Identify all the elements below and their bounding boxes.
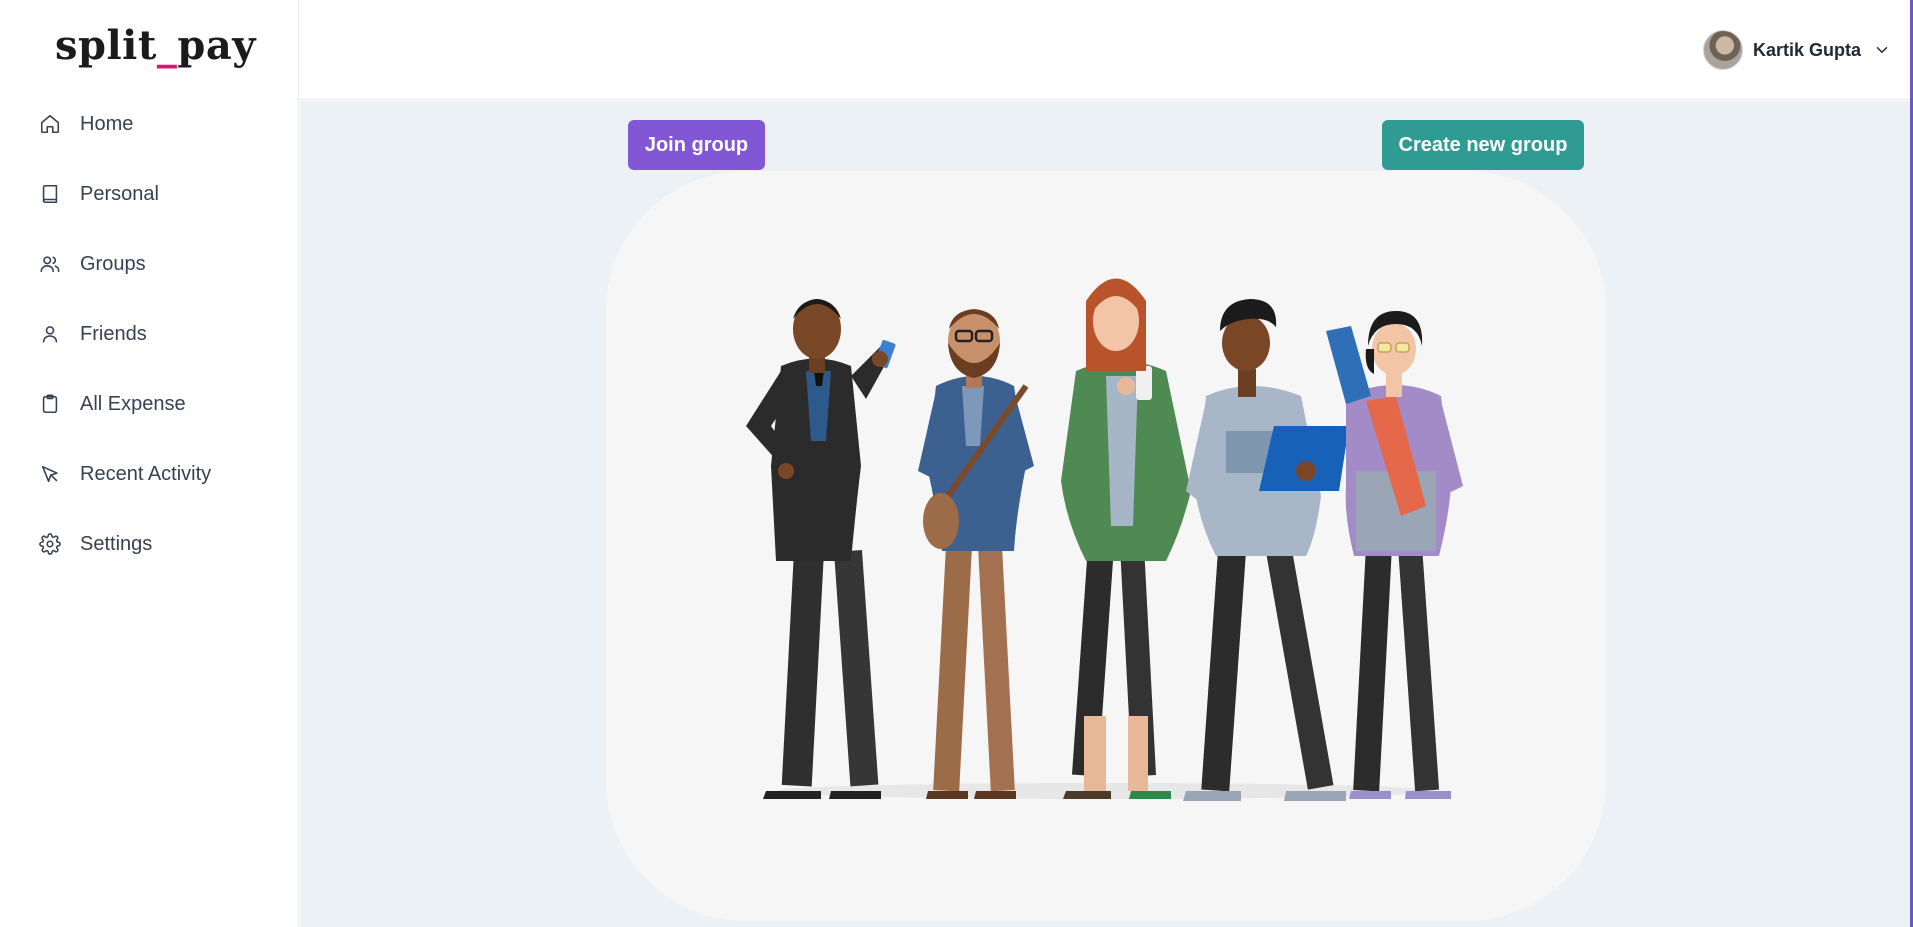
sidebar-item-all-expense[interactable]: All Expense [0, 380, 299, 428]
sidebar-item-label: Settings [80, 532, 153, 555]
create-new-group-button[interactable]: Create new group [1382, 120, 1584, 170]
book-icon [38, 182, 62, 206]
person-beard [918, 309, 1034, 799]
top-bar: Kartik Gupta [300, 0, 1913, 100]
person-lilac-sweater [1326, 311, 1463, 799]
group-of-people-illustration [746, 278, 1463, 801]
logo-text-separator: _ [156, 22, 178, 69]
pointer-icon [38, 462, 62, 486]
person-suit [746, 299, 896, 799]
sidebar-item-label: Friends [80, 322, 147, 345]
group-illustration [606, 171, 1606, 921]
gear-icon [38, 532, 62, 556]
sidebar: split_pay Home Personal Groups Friends A… [0, 0, 299, 927]
sidebar-item-recent-activity[interactable]: Recent Activity [0, 450, 299, 498]
sidebar-item-friends[interactable]: Friends [0, 310, 299, 358]
sidebar-item-label: Recent Activity [80, 462, 212, 485]
logo-text-right: pay [177, 22, 256, 69]
sidebar-item-label: Groups [80, 252, 146, 275]
logo-text-left: split [55, 22, 157, 69]
join-group-button[interactable]: Join group [628, 120, 765, 170]
sidebar-nav: Home Personal Groups Friends All Expense [0, 100, 299, 590]
users-icon [38, 252, 62, 276]
main-content: Join group Create new group [300, 101, 1910, 927]
sidebar-item-label: All Expense [80, 392, 186, 415]
sidebar-item-home[interactable]: Home [0, 100, 299, 148]
home-icon [38, 112, 62, 136]
sidebar-item-personal[interactable]: Personal [0, 170, 299, 218]
person-green-cardigan [1061, 278, 1191, 799]
person-laptop [1183, 299, 1349, 801]
sidebar-item-label: Personal [80, 182, 159, 205]
sidebar-item-settings[interactable]: Settings [0, 520, 299, 568]
chevron-down-icon[interactable] [1873, 41, 1891, 59]
avatar[interactable] [1702, 30, 1743, 70]
sidebar-item-label: Home [80, 112, 134, 135]
app-logo[interactable]: split_pay [55, 22, 256, 69]
clipboard-icon [38, 392, 62, 416]
user-menu[interactable]: Kartik Gupta [1702, 29, 1891, 71]
user-name: Kartik Gupta [1752, 39, 1861, 60]
sidebar-item-groups[interactable]: Groups [0, 240, 299, 288]
user-icon [38, 322, 62, 346]
